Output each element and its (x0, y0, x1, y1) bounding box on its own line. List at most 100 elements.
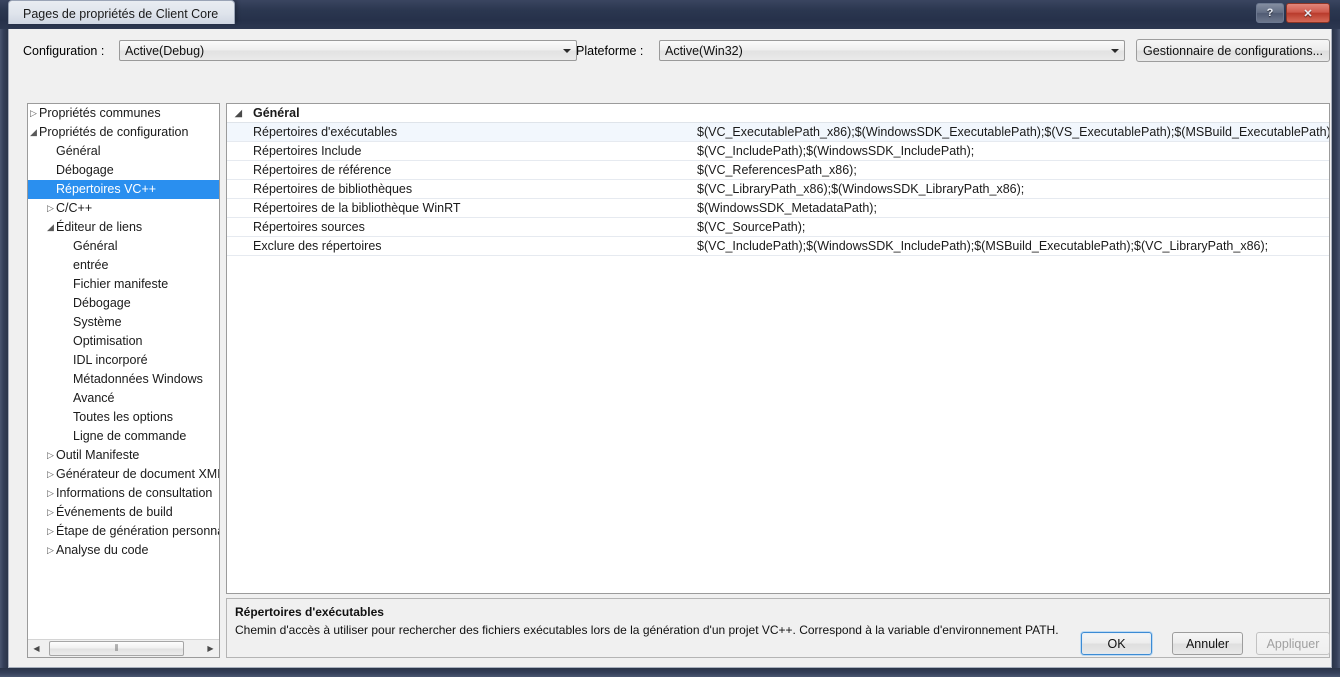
tree-item-label: Propriétés de configuration (39, 125, 189, 139)
apply-button: Appliquer (1256, 632, 1330, 655)
close-icon[interactable]: ✕ (1286, 3, 1330, 23)
property-name: Répertoires de bibliothèques (253, 182, 413, 196)
collapse-icon[interactable]: ◢ (45, 218, 56, 237)
window-frame-right (1332, 0, 1340, 677)
expand-icon[interactable]: ▷ (45, 199, 56, 218)
property-value[interactable]: $(VC_SourcePath); (697, 218, 1329, 237)
tree-item-r-pertoires-vc[interactable]: Répertoires VC++ (28, 180, 219, 199)
plateforme-dropdown[interactable]: Active(Win32) (659, 40, 1125, 61)
tree-item-label: Général (56, 144, 101, 158)
tree-item-outil-manifeste[interactable]: ▷ Outil Manifeste (28, 446, 219, 465)
tree-item-label: Informations de consultation (56, 486, 213, 500)
tree-item-avanc[interactable]: Avancé (28, 389, 219, 408)
property-grid[interactable]: ◢ Général Répertoires d'exécutables $(VC_Ex… (226, 103, 1330, 594)
tree-item-propri-t-s-communes[interactable]: ▷ Propriétés communes (28, 104, 219, 123)
tree-item-label: Propriétés communes (39, 106, 161, 120)
tree-item-d-bogage[interactable]: Débogage (28, 294, 219, 313)
property-value[interactable]: $(VC_ExecutablePath_x86);$(WindowsSDK_Ex… (697, 123, 1329, 142)
expand-icon[interactable]: ▷ (45, 522, 56, 541)
table-row[interactable]: Répertoires Include $(VC_IncludePath);$(W… (227, 142, 1329, 161)
plateforme-label: Plateforme : (576, 44, 644, 58)
tree-item-m-tadonn-es-windows[interactable]: Métadonnées Windows (28, 370, 219, 389)
configuration-value: Active(Debug) (125, 44, 205, 58)
expand-icon[interactable]: ▷ (45, 446, 56, 465)
tree-item-idl-incorpor[interactable]: IDL incorporé (28, 351, 219, 370)
property-tree[interactable]: ▷ Propriétés communes ◢ Propriétés de confi… (27, 103, 220, 658)
tree-item-diteur-de-liens[interactable]: ◢ Éditeur de liens (28, 218, 219, 237)
tree-item-label: Débogage (56, 163, 114, 177)
tree-item-analyse-du-code[interactable]: ▷ Analyse du code (28, 541, 219, 560)
property-name: Répertoires de référence (253, 163, 392, 177)
tree-item-label: Système (73, 315, 122, 329)
tree-item-label: Étape de génération personnalisée (56, 524, 219, 538)
property-value[interactable]: $(VC_LibraryPath_x86);$(WindowsSDK_Libra… (697, 180, 1329, 199)
tree-item-g-n-ral[interactable]: Général (28, 237, 219, 256)
property-value[interactable]: $(VC_ReferencesPath_x86); (697, 161, 1329, 180)
property-value[interactable]: $(VC_IncludePath);$(WindowsSDK_IncludePa… (697, 237, 1329, 256)
plateforme-value: Active(Win32) (665, 44, 743, 58)
tree-item-label: Toutes les options (73, 410, 174, 424)
chevron-down-icon (563, 49, 571, 53)
expand-icon[interactable]: ▷ (45, 503, 56, 522)
configuration-manager-button[interactable]: Gestionnaire de configurations... (1136, 39, 1330, 62)
tree-item-label: Débogage (73, 296, 131, 310)
tree-item-label: IDL incorporé (73, 353, 148, 367)
table-row[interactable]: Répertoires de bibliothèques $(VC_Library… (227, 180, 1329, 199)
tree-item-label: Général (73, 239, 118, 253)
title-bar[interactable]: Pages de propriétés de Client Core ? ✕ (0, 0, 1340, 29)
configuration-bar: Configuration : Active(Debug) Plateforme… (9, 29, 1333, 69)
tree-item-label: Avancé (73, 391, 115, 405)
tree-item-label: Générateur de document XML (56, 467, 219, 481)
tree-item-informations-de-consultation[interactable]: ▷ Informations de consultation (28, 484, 219, 503)
grid-group-header[interactable]: ◢ Général (227, 104, 1329, 123)
title-bar-buttons: ? ✕ (1254, 3, 1330, 23)
configuration-label: Configuration : (23, 44, 105, 58)
tree-item-label: Éditeur de liens (56, 220, 143, 234)
tree-item-entr-e[interactable]: entrée (28, 256, 219, 275)
ok-button[interactable]: OK (1081, 632, 1152, 655)
configuration-dropdown[interactable]: Active(Debug) (119, 40, 577, 61)
tree-item-d-bogage[interactable]: Débogage (28, 161, 219, 180)
tree-item-optimisation[interactable]: Optimisation (28, 332, 219, 351)
window-title: Pages de propriétés de Client Core (8, 0, 236, 24)
expand-icon[interactable]: ▷ (45, 484, 56, 503)
tree-item-g-n-ral[interactable]: Général (28, 142, 219, 161)
expand-icon[interactable]: ▷ (45, 541, 56, 560)
help-icon[interactable]: ? (1256, 3, 1284, 23)
tree-item-syst-me[interactable]: Système (28, 313, 219, 332)
table-row[interactable]: Répertoires de la bibliothèque WinRT $(Wi… (227, 199, 1329, 218)
tree-item-label: Ligne de commande (73, 429, 187, 443)
tree-item-fichier-manifeste[interactable]: Fichier manifeste (28, 275, 219, 294)
collapse-icon[interactable]: ◢ (235, 104, 242, 123)
collapse-icon[interactable]: ◢ (28, 123, 39, 142)
tree-item-label: Outil Manifeste (56, 448, 140, 462)
property-pages-window: Pages de propriétés de Client Core ? ✕ C… (0, 0, 1340, 677)
cancel-button[interactable]: Annuler (1172, 632, 1243, 655)
tree-item-toutes-les-options[interactable]: Toutes les options (28, 408, 219, 427)
chevron-down-icon (1111, 49, 1119, 53)
tree-item-g-n-rateur-de-document-xml[interactable]: ▷ Générateur de document XML (28, 465, 219, 484)
property-name: Répertoires sources (253, 220, 365, 234)
tree-item-tape-de-g-n-ration-personnalis-e[interactable]: ▷Étape de génération personnalisée (28, 522, 219, 541)
expand-icon[interactable]: ▷ (45, 465, 56, 484)
table-row[interactable]: Exclure des répertoires $(VC_IncludePath)… (227, 237, 1329, 256)
tree-item-v-nements-de-build[interactable]: ▷ Événements de build (28, 503, 219, 522)
grid-group-label: Général (253, 106, 300, 120)
property-name: Répertoires de la bibliothèque WinRT (253, 201, 461, 215)
table-row[interactable]: Répertoires d'exécutables $(VC_Executable… (227, 123, 1329, 142)
property-value[interactable]: $(WindowsSDK_MetadataPath); (697, 199, 1329, 218)
tree-item-label: C/C++ (56, 201, 93, 215)
tree-item-ligne-de-commande[interactable]: Ligne de commande (28, 427, 219, 446)
tree-item-label: entrée (73, 258, 109, 272)
table-row[interactable]: Répertoires sources $(VC_SourcePath); (227, 218, 1329, 237)
expand-icon[interactable]: ▷ (28, 104, 39, 123)
window-frame-left (0, 0, 8, 677)
property-name: Répertoires d'exécutables (253, 125, 398, 139)
property-value[interactable]: $(VC_IncludePath);$(WindowsSDK_IncludePa… (697, 142, 1329, 161)
property-name: Exclure des répertoires (253, 239, 382, 253)
table-row[interactable]: Répertoires de référence $(VC_ReferencesP… (227, 161, 1329, 180)
tree-item-c-c[interactable]: ▷ C/C++ (28, 199, 219, 218)
tree-item-label: Répertoires VC++ (56, 182, 157, 196)
tree-item-label: Événements de build (56, 505, 173, 519)
tree-item-propri-t-s-de-configuration[interactable]: ◢ Propriétés de configuration (28, 123, 219, 142)
